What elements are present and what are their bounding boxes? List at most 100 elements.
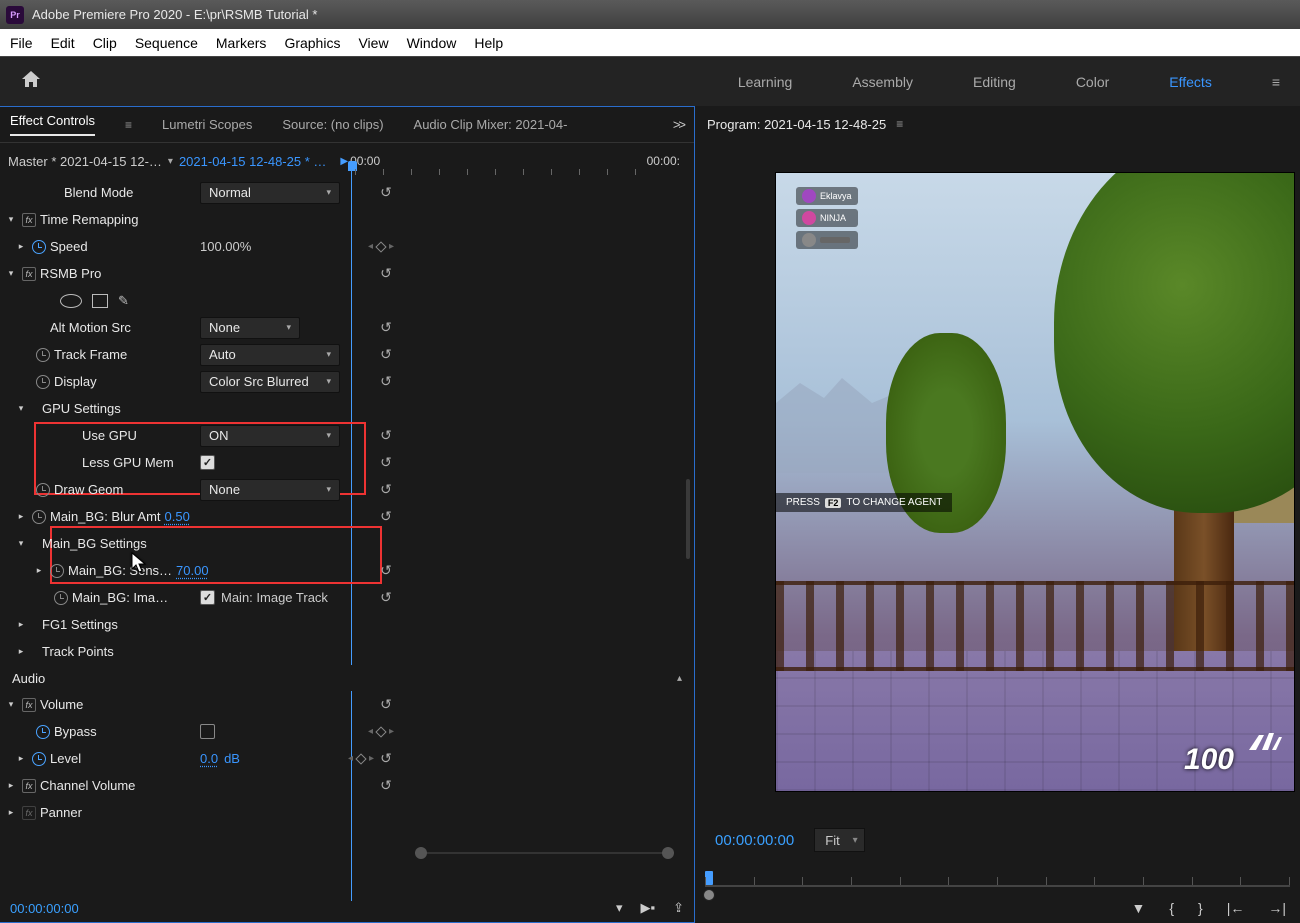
keyframe-nav[interactable]: ◂▸ (348, 751, 374, 767)
disclosure-arrow[interactable]: ▸ (4, 807, 18, 818)
menu-view[interactable]: View (358, 35, 388, 51)
stopwatch-icon[interactable] (36, 375, 50, 389)
menu-file[interactable]: File (10, 35, 33, 51)
mark-in-icon[interactable]: ▼ (1131, 900, 1145, 916)
timecode-display[interactable]: 00:00:00:00 (10, 901, 79, 916)
bg-sens-value[interactable]: 70.00 (176, 563, 209, 578)
stopwatch-icon[interactable] (32, 752, 46, 766)
disclosure-arrow[interactable]: ▸ (32, 565, 46, 576)
workspace-menu-icon[interactable]: ≡ (1272, 74, 1280, 90)
menu-edit[interactable]: Edit (51, 35, 75, 51)
disclosure-arrow[interactable]: ▾ (4, 268, 18, 279)
collapse-icon[interactable]: ▴ (677, 673, 682, 684)
speed-value[interactable]: 100.00% (200, 239, 251, 254)
stopwatch-icon[interactable] (32, 510, 46, 524)
reset-icon[interactable]: ↺ (378, 697, 394, 713)
workspace-effects[interactable]: Effects (1169, 74, 1212, 90)
disclosure-arrow[interactable]: ▸ (14, 753, 28, 764)
active-clip-label[interactable]: 2021-04-15 12-48-25 * … (179, 154, 326, 169)
disclosure-arrow[interactable]: ▾ (14, 538, 28, 549)
tab-audio-mixer[interactable]: Audio Clip Mixer: 2021-04- (414, 117, 568, 132)
reset-icon[interactable]: ↺ (378, 455, 394, 471)
keyframe-nav[interactable]: ◂▸ (368, 241, 394, 252)
workspace-learning[interactable]: Learning (738, 74, 793, 90)
stopwatch-icon[interactable] (36, 348, 50, 362)
play-icon[interactable]: ▶ (340, 156, 348, 167)
step-fwd-icon[interactable]: →| (1268, 900, 1286, 916)
fx-icon[interactable]: fx (22, 213, 36, 227)
home-icon[interactable] (20, 69, 42, 95)
master-clip-label[interactable]: Master * 2021-04-15 12-… (8, 154, 162, 169)
mask-pen-icon[interactable]: ✎ (118, 293, 129, 309)
tab-lumetri-scopes[interactable]: Lumetri Scopes (162, 117, 252, 132)
blur-amt-value[interactable]: 0.50 (165, 509, 190, 524)
effect-controls-timeline[interactable]: ▶ 00:00 00:00: (340, 143, 686, 179)
keyframe-nav[interactable]: ◂▸ (368, 726, 394, 737)
disclosure-arrow[interactable]: ▾ (4, 214, 18, 225)
mask-ellipse-icon[interactable] (60, 294, 82, 308)
reset-icon[interactable]: ↺ (378, 347, 394, 363)
reset-icon[interactable]: ↺ (378, 320, 394, 336)
menu-markers[interactable]: Markers (216, 35, 267, 51)
menu-graphics[interactable]: Graphics (284, 35, 340, 51)
menu-sequence[interactable]: Sequence (135, 35, 198, 51)
step-back-icon[interactable]: |← (1227, 900, 1245, 916)
timeline-scrollbar[interactable] (415, 849, 674, 857)
stopwatch-icon[interactable] (32, 240, 46, 254)
disclosure-arrow[interactable]: ▸ (4, 780, 18, 791)
reset-icon[interactable]: ↺ (378, 751, 394, 767)
reset-icon[interactable]: ↺ (378, 266, 394, 282)
disclosure-arrow[interactable]: ▸ (14, 619, 28, 630)
stopwatch-icon[interactable] (36, 483, 50, 497)
use-gpu-dropdown[interactable]: ON▾ (200, 425, 340, 447)
reset-icon[interactable]: ↺ (378, 778, 394, 794)
zoom-dropdown[interactable]: Fit (814, 828, 864, 852)
filter-icon[interactable]: ▾ (616, 900, 623, 916)
program-scrubber[interactable] (705, 867, 1290, 895)
disclosure-arrow[interactable]: ▸ (14, 241, 28, 252)
stopwatch-icon[interactable] (36, 725, 50, 739)
tab-effect-controls[interactable]: Effect Controls (10, 113, 95, 136)
workspace-color[interactable]: Color (1076, 74, 1109, 90)
stopwatch-icon[interactable] (54, 591, 68, 605)
disclosure-arrow[interactable]: ▾ (4, 699, 18, 710)
display-dropdown[interactable]: Color Src Blurred▾ (200, 371, 340, 393)
alt-motion-dropdown[interactable]: None▾ (200, 317, 300, 339)
menu-window[interactable]: Window (407, 35, 457, 51)
reset-icon[interactable]: ↺ (378, 482, 394, 498)
disclosure-arrow[interactable]: ▾ (14, 403, 28, 414)
reset-icon[interactable]: ↺ (378, 428, 394, 444)
level-value[interactable]: 0.0 (200, 751, 218, 766)
fx-icon[interactable]: fx (22, 779, 36, 793)
mark-out-icon[interactable]: { (1169, 900, 1174, 916)
fx-icon[interactable]: fx (22, 267, 36, 281)
menu-help[interactable]: Help (474, 35, 503, 51)
overflow-icon[interactable]: >> (673, 117, 684, 132)
fx-icon[interactable]: fx (22, 806, 36, 820)
track-frame-dropdown[interactable]: Auto▾ (200, 344, 340, 366)
disclosure-arrow[interactable]: ▸ (14, 511, 28, 522)
reset-icon[interactable]: ↺ (378, 563, 394, 579)
stopwatch-icon[interactable] (50, 564, 64, 578)
less-gpu-mem-checkbox[interactable]: ✓ (200, 455, 215, 470)
play-only-icon[interactable]: ▶▪ (640, 900, 655, 916)
panel-menu-icon[interactable]: ≡ (125, 118, 132, 132)
workspace-editing[interactable]: Editing (973, 74, 1016, 90)
blend-mode-dropdown[interactable]: Normal▾ (200, 182, 340, 204)
chevron-down-icon[interactable]: ▾ (168, 156, 173, 167)
tab-source[interactable]: Source: (no clips) (282, 117, 383, 132)
go-to-in-icon[interactable]: } (1198, 900, 1203, 916)
program-preview[interactable]: Eklavya NINJA PRESS F2 TO CHANGE AGENT 1… (775, 172, 1295, 792)
export-icon[interactable]: ⇪ (673, 900, 684, 916)
bypass-checkbox[interactable] (200, 724, 215, 739)
menu-clip[interactable]: Clip (93, 35, 117, 51)
program-timecode[interactable]: 00:00:00:00 (715, 832, 794, 849)
reset-icon[interactable]: ↺ (378, 590, 394, 606)
mask-rect-icon[interactable] (92, 294, 108, 308)
image-track-checkbox[interactable]: ✓ (200, 590, 215, 605)
fx-icon[interactable]: fx (22, 698, 36, 712)
reset-icon[interactable]: ↺ (378, 374, 394, 390)
workspace-assembly[interactable]: Assembly (852, 74, 913, 90)
disclosure-arrow[interactable]: ▸ (14, 646, 28, 657)
draw-geom-dropdown[interactable]: None▾ (200, 479, 340, 501)
